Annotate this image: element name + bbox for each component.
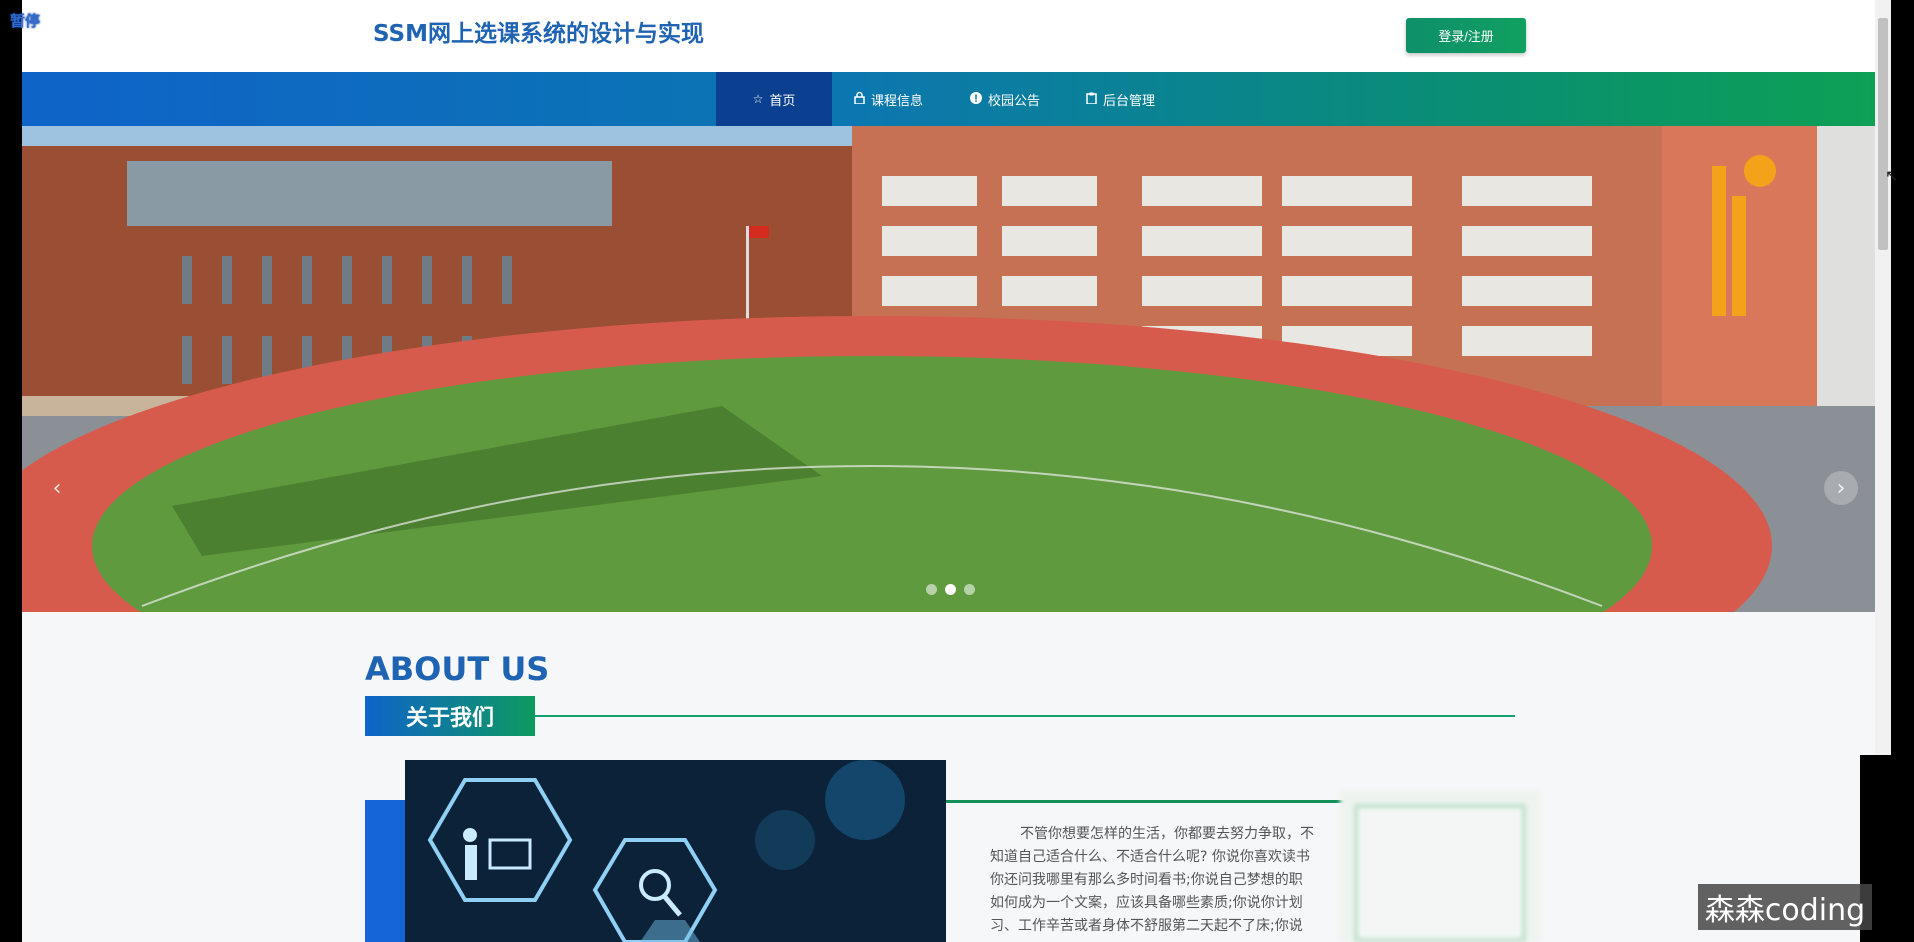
watermark: 森森coding bbox=[1698, 884, 1872, 930]
info-icon bbox=[970, 91, 982, 107]
mouse-cursor-icon: ↖ bbox=[1885, 166, 1899, 185]
section-divider bbox=[535, 715, 1515, 717]
about-title-en: ABOUT US bbox=[365, 650, 550, 688]
lock-icon bbox=[854, 91, 865, 107]
main-nav: ☆ 首页 课程信息 校园公告 后台管理 bbox=[22, 72, 1875, 126]
carousel-dot[interactable] bbox=[964, 584, 975, 595]
nav-item-courses[interactable]: 课程信息 bbox=[854, 72, 923, 126]
carousel-dot-active[interactable] bbox=[945, 584, 956, 595]
about-text-line: 习、工作辛苦或者身体不舒服第二天起不了床;你说 bbox=[990, 918, 1303, 934]
about-text-line: 知道自己适合什么、不适合什么呢? 你说你喜欢读书 bbox=[990, 849, 1310, 865]
nav-item-home[interactable]: ☆ 首页 bbox=[716, 72, 832, 126]
carousel-next-arrow[interactable]: › bbox=[1824, 471, 1858, 505]
scrollbar-thumb[interactable] bbox=[1878, 18, 1888, 250]
about-text-line: 如何成为一个文案，应该具备哪些素质;你说你计划 bbox=[990, 895, 1303, 911]
about-section bbox=[22, 612, 1875, 942]
campus-image bbox=[22, 126, 1875, 612]
nav-item-admin[interactable]: 后台管理 bbox=[1086, 72, 1155, 126]
about-text-line: 不管你想要怎样的生活，你都要去努力争取，不 bbox=[1020, 826, 1314, 842]
nav-item-announcements[interactable]: 校园公告 bbox=[970, 72, 1040, 126]
about-text-line: 你还问我哪里有那么多时间看书;你说自己梦想的职 bbox=[990, 872, 1303, 888]
nav-item-label: 校园公告 bbox=[988, 93, 1041, 109]
about-title-cn: 关于我们 bbox=[365, 696, 535, 736]
login-register-button[interactable]: 登录/注册 bbox=[1406, 18, 1526, 53]
carousel-prev-arrow[interactable]: ‹ bbox=[40, 471, 74, 505]
text-top-line bbox=[946, 800, 1366, 803]
nav-item-label: 后台管理 bbox=[1103, 93, 1156, 109]
about-image bbox=[405, 760, 946, 942]
clipboard-icon bbox=[1086, 92, 1097, 107]
hero-carousel[interactable]: ‹ › bbox=[22, 126, 1875, 612]
pause-label[interactable]: 暂停 bbox=[10, 10, 40, 31]
decorative-block bbox=[365, 800, 405, 942]
page: SSM网上选课系统的设计与实现 登录/注册 ☆ 首页 课程信息 校园公告 后台管… bbox=[22, 0, 1875, 942]
nav-item-label: 首页 bbox=[769, 93, 796, 109]
nav-item-label: 课程信息 bbox=[871, 93, 924, 109]
site-title: SSM网上选课系统的设计与实现 bbox=[373, 21, 704, 47]
about-paragraph: 不管你想要怎样的生活，你都要去努力争取，不 知道自己适合什么、不适合什么呢? 你… bbox=[990, 823, 1362, 938]
carousel-dot[interactable] bbox=[926, 584, 937, 595]
blurred-card bbox=[1340, 790, 1540, 942]
carousel-indicators bbox=[926, 584, 975, 595]
star-icon: ☆ bbox=[752, 92, 764, 106]
